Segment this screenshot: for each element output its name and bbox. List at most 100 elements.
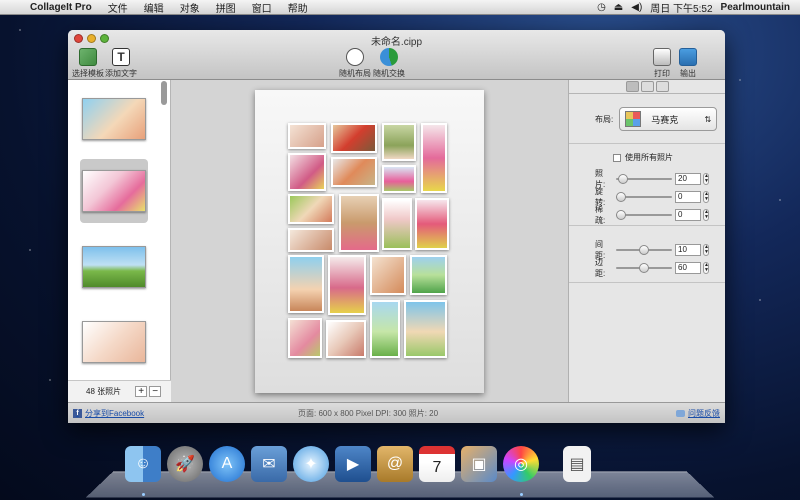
use-all-photos-checkbox[interactable]: [613, 153, 621, 162]
template-sidebar[interactable]: 48 张照片 + −: [68, 80, 171, 402]
photo-count: 48 张照片: [86, 387, 122, 396]
menu-window[interactable]: 窗口: [244, 0, 280, 15]
remove-photo-button[interactable]: −: [149, 386, 162, 397]
swap-icon: [380, 48, 398, 66]
scatter-slider[interactable]: [616, 210, 672, 220]
rotate-slider[interactable]: [616, 192, 672, 202]
collage-photo[interactable]: [288, 318, 322, 358]
dock: ☺ 🚀 A ✉ ✦ ▶ @ 7 ▣ ◎ ▤: [85, 438, 715, 500]
mosaic-layout-icon: [625, 111, 642, 127]
menu-file[interactable]: 文件: [100, 0, 136, 15]
collage-photo[interactable]: [410, 255, 447, 295]
random-layout-button[interactable]: 随机布局: [338, 48, 372, 79]
template-thumbnail[interactable]: [80, 235, 148, 299]
collage-photo[interactable]: [339, 194, 379, 252]
margin-field[interactable]: 60: [675, 262, 701, 274]
collage-photo[interactable]: [382, 165, 416, 193]
slider-knob[interactable]: [639, 263, 649, 273]
calendar-icon[interactable]: 7: [419, 446, 455, 482]
feedback-link[interactable]: 问题反馈: [676, 408, 720, 419]
status-bar: f 分享到Facebook 页面: 600 x 800 Pixel DPI: 3…: [68, 402, 725, 423]
printer-icon: [653, 48, 671, 66]
template-icon: [79, 48, 97, 66]
app-store-icon[interactable]: A: [209, 446, 245, 482]
scatter-field[interactable]: 0: [675, 209, 701, 221]
volume-icon[interactable]: ◀): [631, 2, 642, 13]
rotate-field[interactable]: 0: [675, 191, 701, 203]
collageit-icon[interactable]: ◎: [503, 446, 539, 482]
scatter-stepper[interactable]: ▲ ▼: [703, 209, 709, 221]
export-button[interactable]: 输出: [671, 48, 705, 79]
export-icon: [679, 48, 697, 66]
margin-slider[interactable]: [616, 263, 672, 273]
collage-photo[interactable]: [288, 194, 334, 224]
canvas-area[interactable]: [171, 80, 568, 402]
menu-collage[interactable]: 拼图: [208, 0, 244, 15]
collage-photo[interactable]: [331, 123, 377, 153]
collage-photo[interactable]: [370, 255, 406, 295]
facetime-icon[interactable]: ▶: [335, 446, 371, 482]
add-text-label: 添加文字: [105, 69, 137, 78]
app-menu[interactable]: CollageIt Pro: [22, 2, 100, 13]
window-title: 未命名.cipp: [370, 37, 423, 48]
photos-stepper[interactable]: ▲ ▼: [703, 173, 709, 185]
layout-value: 马赛克: [651, 114, 679, 125]
collage-photo[interactable]: [328, 255, 366, 315]
margin-stepper[interactable]: ▲ ▼: [703, 262, 709, 274]
rotate-stepper[interactable]: ▲ ▼: [703, 191, 709, 203]
photos-slider[interactable]: [616, 174, 672, 184]
eject-icon[interactable]: ⏏: [614, 2, 623, 13]
add-text-button[interactable]: T 添加文字: [104, 48, 138, 79]
inspector-tabs: [569, 80, 725, 94]
template-thumbnail[interactable]: [80, 310, 148, 374]
random-swap-button[interactable]: 随机交换: [372, 48, 406, 79]
slider-knob[interactable]: [639, 245, 649, 255]
safari-icon[interactable]: ✦: [293, 446, 329, 482]
mail-icon[interactable]: ✉: [251, 446, 287, 482]
choose-template-button[interactable]: 选择模板: [71, 48, 105, 79]
menu-edit[interactable]: 编辑: [136, 0, 172, 15]
collage-photo[interactable]: [288, 255, 324, 313]
menubar-clock[interactable]: 周日 下午5:52: [650, 0, 712, 15]
spacing-stepper[interactable]: ▲ ▼: [703, 244, 709, 256]
collage-photo[interactable]: [382, 198, 412, 250]
photos-field[interactable]: 20: [675, 173, 701, 185]
layout-dropdown[interactable]: 马赛克 ⇅: [619, 107, 718, 131]
tab-page-icon[interactable]: [655, 81, 669, 92]
collage-photo[interactable]: [326, 320, 366, 358]
tab-layout-icon[interactable]: [625, 81, 639, 92]
address-book-icon[interactable]: @: [377, 446, 413, 482]
collage-photo[interactable]: [288, 123, 326, 149]
running-indicator: [142, 493, 145, 496]
slider-knob[interactable]: [616, 210, 626, 220]
template-preview: [82, 246, 146, 288]
tab-background-icon[interactable]: [640, 81, 654, 92]
share-facebook-link[interactable]: f 分享到Facebook: [68, 408, 144, 419]
collage-photo[interactable]: [415, 198, 449, 250]
collage-photo[interactable]: [288, 228, 334, 252]
finder-icon[interactable]: ☺: [125, 446, 161, 482]
collage-photo[interactable]: [370, 300, 400, 358]
collage-photo[interactable]: [331, 157, 377, 187]
collage-page[interactable]: [255, 90, 484, 393]
time-machine-icon[interactable]: ◷: [597, 2, 606, 13]
slider-knob[interactable]: [616, 192, 626, 202]
spacing-field[interactable]: 10: [675, 244, 701, 256]
collage-photo[interactable]: [404, 300, 447, 358]
sidebar-scrollbar[interactable]: [161, 81, 167, 105]
collage-photo[interactable]: [288, 153, 326, 191]
menu-help[interactable]: 帮助: [280, 0, 316, 15]
template-thumbnail-selected[interactable]: [80, 159, 148, 223]
document-icon[interactable]: ▤: [563, 446, 591, 482]
slider-knob[interactable]: [618, 174, 629, 184]
choose-template-label: 选择模板: [72, 69, 104, 78]
collage-photo[interactable]: [421, 123, 447, 193]
add-photo-button[interactable]: +: [135, 386, 148, 397]
spacing-slider[interactable]: [616, 245, 672, 255]
iphoto-icon[interactable]: ▣: [461, 446, 497, 482]
collage-photo[interactable]: [382, 123, 416, 161]
menu-object[interactable]: 对象: [172, 0, 208, 15]
launchpad-icon[interactable]: 🚀: [167, 446, 203, 482]
template-thumbnail[interactable]: [80, 87, 148, 151]
menubar-user[interactable]: Pearlmountain: [721, 2, 790, 13]
